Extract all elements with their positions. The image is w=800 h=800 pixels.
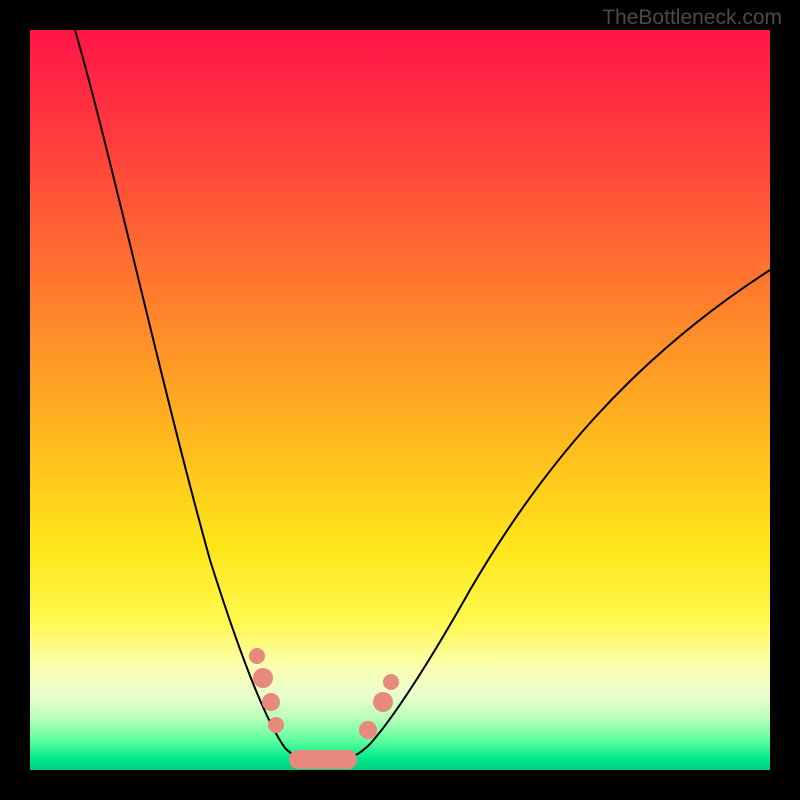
watermark-text: TheBottleneck.com <box>602 6 782 30</box>
marker-dot <box>262 693 280 711</box>
plot-area <box>30 30 770 770</box>
marker-dot <box>383 674 399 690</box>
marker-dot <box>359 721 377 739</box>
markers-layer <box>30 30 770 770</box>
marker-capsule <box>289 750 357 769</box>
marker-dot <box>373 692 393 712</box>
marker-dot <box>253 668 273 688</box>
marker-dot <box>249 648 265 664</box>
marker-dot <box>268 717 284 733</box>
